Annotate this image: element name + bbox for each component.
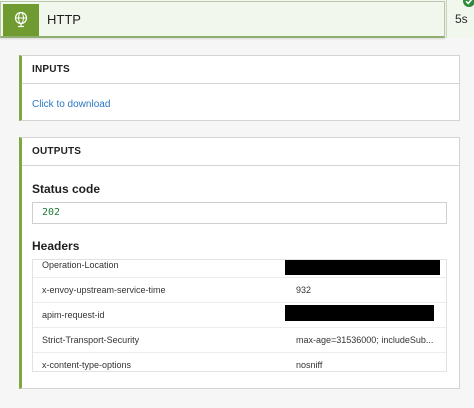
table-row: apim-request-id: [33, 303, 446, 328]
action-frame: HTTP 5s INPUTS Click to download OUTPUTS…: [0, 0, 474, 408]
status-code-value: 202: [42, 207, 61, 218]
inputs-title: INPUTS: [32, 64, 70, 75]
header-key: Operation-Location: [42, 260, 119, 270]
success-check-icon: [463, 0, 474, 7]
status-code-field: 202: [32, 202, 447, 224]
action-icon-box: [3, 4, 39, 36]
duration-text: 5s: [455, 12, 468, 26]
table-row: x-envoy-upstream-service-time 932: [33, 278, 446, 303]
globe-icon: [14, 11, 28, 28]
redacted-value: [285, 305, 434, 321]
action-title: HTTP: [47, 12, 81, 27]
action-header[interactable]: HTTP: [0, 1, 445, 38]
header-key: x-envoy-upstream-service-time: [42, 285, 166, 295]
header-key: apim-request-id: [42, 310, 105, 320]
inputs-header: INPUTS: [22, 56, 459, 84]
table-row: Operation-Location: [33, 260, 446, 278]
outputs-header: OUTPUTS: [22, 138, 459, 166]
outputs-section: OUTPUTS Status code 202 Headers Operatio…: [19, 137, 460, 389]
download-link[interactable]: Click to download: [32, 99, 110, 110]
header-key: Strict-Transport-Security: [42, 335, 140, 345]
table-row: Strict-Transport-Security max-age=315360…: [33, 328, 446, 353]
headers-label: Headers: [32, 239, 80, 253]
header-value: nosniff: [296, 360, 323, 370]
outputs-title: OUTPUTS: [32, 146, 82, 157]
redacted-value: [285, 260, 440, 275]
table-row: x-content-type-options nosniff: [33, 353, 446, 371]
inputs-section: INPUTS Click to download: [19, 55, 460, 121]
header-value: 932: [296, 285, 312, 295]
header-value: max-age=31536000; includeSub...: [296, 335, 434, 345]
status-code-label: Status code: [32, 182, 101, 196]
headers-table[interactable]: Operation-Location x-envoy-upstream-serv…: [32, 259, 447, 372]
header-key: x-content-type-options: [42, 360, 132, 370]
